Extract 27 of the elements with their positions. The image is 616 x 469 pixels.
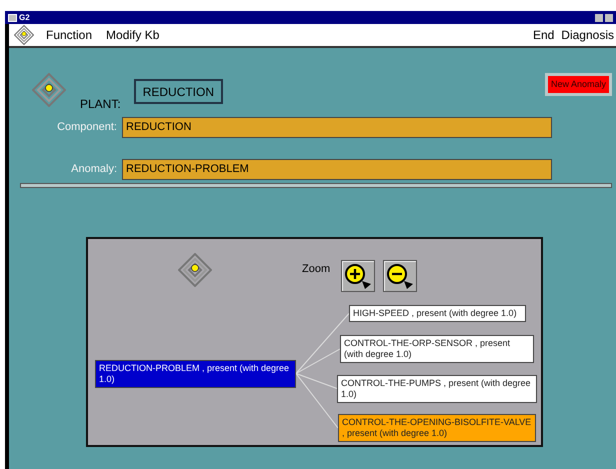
zoom-out-icon (386, 263, 414, 289)
diamond-logo-icon (32, 73, 66, 107)
field-value: REDUCTION (122, 117, 552, 138)
plant-label: PLANT: (80, 96, 121, 113)
zoom-in-icon (344, 263, 372, 289)
tree-node[interactable]: HIGH-SPEED , present (with degree 1.0) (349, 305, 526, 322)
tree-node[interactable]: REDUCTION-PROBLEM , present (with degree 1.0) (95, 360, 296, 388)
menu-item[interactable]: End (532, 26, 554, 44)
zoom-out-button[interactable] (383, 260, 417, 292)
tree-node[interactable]: CONTROL-THE-OPENING-BISOLFITE-VALVE , present (with degree 1.0) (338, 414, 536, 442)
menu-item[interactable]: Modify Kb (106, 26, 160, 44)
diamond-logo-icon (178, 253, 212, 287)
tree-node[interactable]: CONTROL-THE-PUMPS , present (with degree 1.0) (337, 375, 537, 403)
system-menu-icon[interactable] (8, 14, 17, 22)
tree-node[interactable]: CONTROL-THE-ORP-SENSOR , present (with degree 1.0) (340, 335, 534, 363)
restore-icon[interactable] (605, 14, 613, 22)
field-value: REDUCTION-PROBLEM (122, 159, 552, 180)
new-anomaly-button[interactable]: New Anomaly (544, 73, 612, 96)
window-title: G2 (19, 14, 30, 22)
plant-value: REDUCTION (134, 79, 224, 104)
minimize-icon[interactable] (595, 14, 603, 22)
zoom-label: Zoom (302, 262, 330, 277)
field-label: Component: (56, 120, 118, 136)
field-label: Anomaly: (70, 162, 118, 178)
menu-item[interactable]: Function (46, 26, 92, 44)
menu-item[interactable]: Diagnosis (561, 26, 614, 44)
zoom-in-button[interactable] (341, 260, 375, 292)
